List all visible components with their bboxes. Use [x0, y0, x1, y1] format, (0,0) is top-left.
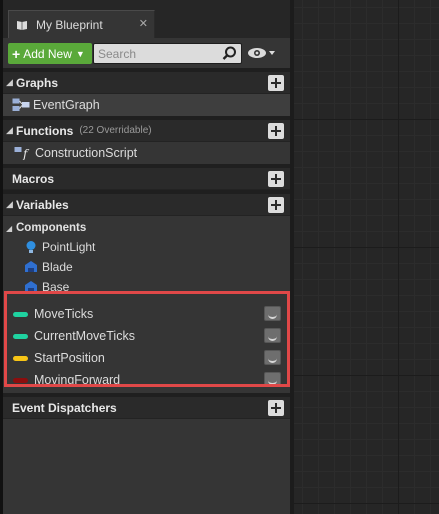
graph-item-label: EventGraph [33, 98, 100, 112]
pointlight-icon [26, 241, 36, 253]
variable-type-pill [13, 355, 28, 361]
add-function-button[interactable] [268, 123, 284, 139]
event-dispatchers-title: Event Dispatchers [12, 400, 117, 415]
book-icon [17, 20, 27, 30]
variables-section-header[interactable]: ◢ Variables [3, 194, 290, 216]
variable-item-movingforward[interactable]: MovingForward [3, 369, 290, 391]
variable-item-currentmoveticks[interactable]: CurrentMoveTicks [3, 325, 290, 347]
collapse-arrow-icon[interactable]: ◢ [6, 199, 14, 210]
collapse-arrow-icon[interactable]: ◢ [6, 77, 14, 88]
toolbar: + Add New ▼ [3, 38, 290, 68]
search-box [93, 43, 242, 64]
add-variable-button[interactable] [268, 197, 284, 213]
variable-item-label: CurrentMoveTicks [34, 329, 135, 343]
plus-icon: + [12, 45, 21, 62]
graphs-title: Graphs [16, 75, 59, 90]
tab-my-blueprint[interactable]: My Blueprint ✕ [8, 10, 155, 38]
add-macro-button[interactable] [268, 171, 284, 187]
collapse-arrow-icon[interactable]: ◢ [6, 125, 14, 136]
add-event-dispatcher-button[interactable] [268, 400, 284, 416]
my-blueprint-panel: My Blueprint ✕ + Add New ▼ ◢ Graphs [3, 0, 290, 514]
variable-item-label: MoveTicks [34, 307, 94, 321]
variable-item-moveticks[interactable]: MoveTicks [3, 303, 290, 325]
event-dispatchers-section-header[interactable]: Event Dispatchers [3, 397, 290, 419]
component-item-label: Base [42, 280, 70, 294]
graph-item-eventgraph[interactable]: EventGraph [3, 94, 290, 116]
function-item-constructionscript[interactable]: f ConstructionScript [3, 142, 290, 164]
function-icon: f [14, 147, 30, 160]
visibility-eye-icon[interactable] [264, 372, 281, 387]
component-item-pointlight[interactable]: PointLight [3, 237, 290, 257]
add-graph-button[interactable] [268, 75, 284, 91]
variable-item-startposition[interactable]: StartPosition [3, 347, 290, 369]
component-item-base[interactable]: Base [3, 277, 290, 297]
search-input[interactable] [94, 44, 214, 63]
components-title: Components [16, 222, 87, 234]
variable-type-pill [13, 333, 28, 339]
visibility-eye-icon[interactable] [264, 328, 281, 343]
search-icon[interactable] [221, 45, 238, 62]
add-new-label: Add New [23, 46, 72, 61]
component-item-label: PointLight [42, 240, 96, 254]
variable-item-label: StartPosition [34, 351, 105, 365]
variables-title: Variables [16, 197, 69, 212]
collapse-arrow-icon[interactable]: ◢ [6, 224, 14, 233]
tab-title: My Blueprint [36, 17, 103, 32]
components-category-header[interactable]: ◢ Components [3, 219, 290, 237]
component-item-label: Blade [42, 260, 73, 274]
macros-title: Macros [12, 171, 55, 186]
function-item-label: ConstructionScript [35, 146, 138, 160]
visibility-eye-icon[interactable] [264, 350, 281, 365]
svg-text:f: f [22, 147, 30, 160]
add-new-button[interactable]: + Add New ▼ [8, 43, 92, 64]
event-graph-icon [12, 98, 30, 111]
close-icon[interactable]: ✕ [139, 17, 148, 30]
graph-editor-canvas[interactable] [294, 0, 439, 514]
variable-type-pill [13, 311, 28, 317]
static-mesh-icon [25, 261, 37, 272]
graphs-section-header[interactable]: ◢ Graphs [3, 72, 290, 94]
component-item-blade[interactable]: Blade [3, 257, 290, 277]
chevron-down-icon: ▼ [75, 48, 85, 59]
functions-title: Functions [16, 123, 74, 138]
tab-bar: My Blueprint ✕ [3, 0, 290, 38]
functions-overridable-count: (22 Overridable) [79, 125, 152, 136]
view-options-eye-icon[interactable] [247, 45, 279, 61]
variable-type-pill [13, 377, 28, 383]
visibility-eye-icon[interactable] [264, 306, 281, 321]
macros-section-header[interactable]: Macros [3, 168, 290, 190]
functions-section-header[interactable]: ◢ Functions (22 Overridable) [3, 120, 290, 142]
static-mesh-icon [25, 281, 37, 292]
variable-item-label: MovingForward [34, 373, 121, 387]
